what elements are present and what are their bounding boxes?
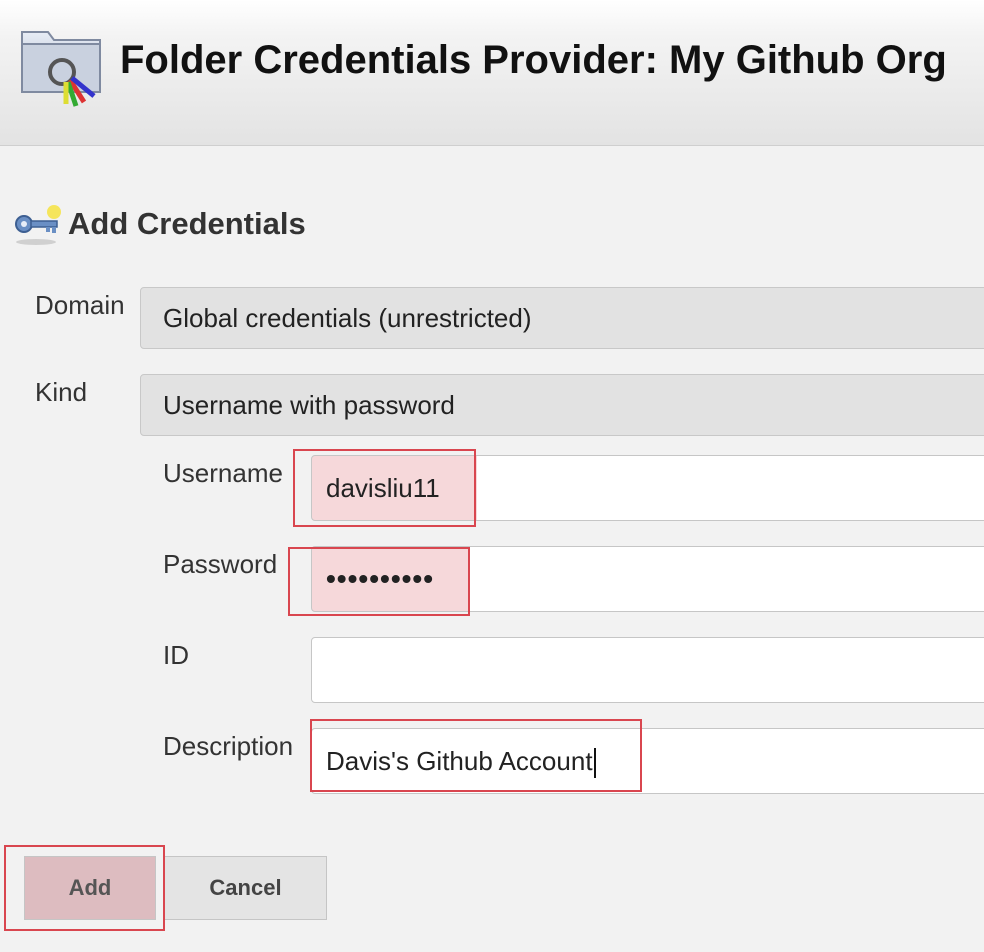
- kind-select[interactable]: Username with password: [140, 374, 984, 436]
- description-input[interactable]: Davis's Github Account: [311, 728, 984, 794]
- section-heading: Add Credentials: [14, 200, 306, 248]
- domain-label: Domain: [35, 290, 125, 320]
- page-header: Folder Credentials Provider: My Github O…: [0, 0, 984, 146]
- kind-label: Kind: [35, 377, 88, 407]
- password-label: Password: [163, 549, 278, 579]
- folder-keys-icon: [21, 31, 101, 107]
- password-value: ••••••••••: [326, 563, 435, 594]
- password-input[interactable]: ••••••••••: [311, 546, 984, 612]
- page-title: Folder Credentials Provider: My Github O…: [120, 38, 947, 82]
- username-input[interactable]: davisliu11: [311, 455, 984, 521]
- add-button[interactable]: Add: [24, 856, 156, 920]
- text-caret: [593, 748, 596, 779]
- description-value: Davis's Github Account: [326, 746, 593, 776]
- section-title: Add Credentials: [68, 206, 306, 241]
- key-icon: [15, 205, 61, 245]
- id-label: ID: [163, 640, 189, 670]
- domain-select[interactable]: Global credentials (unrestricted): [140, 287, 984, 349]
- username-label: Username: [163, 458, 283, 488]
- description-label: Description: [163, 731, 294, 761]
- username-value: davisliu11: [326, 473, 440, 503]
- id-input[interactable]: [311, 637, 984, 703]
- cancel-button[interactable]: Cancel: [164, 856, 327, 920]
